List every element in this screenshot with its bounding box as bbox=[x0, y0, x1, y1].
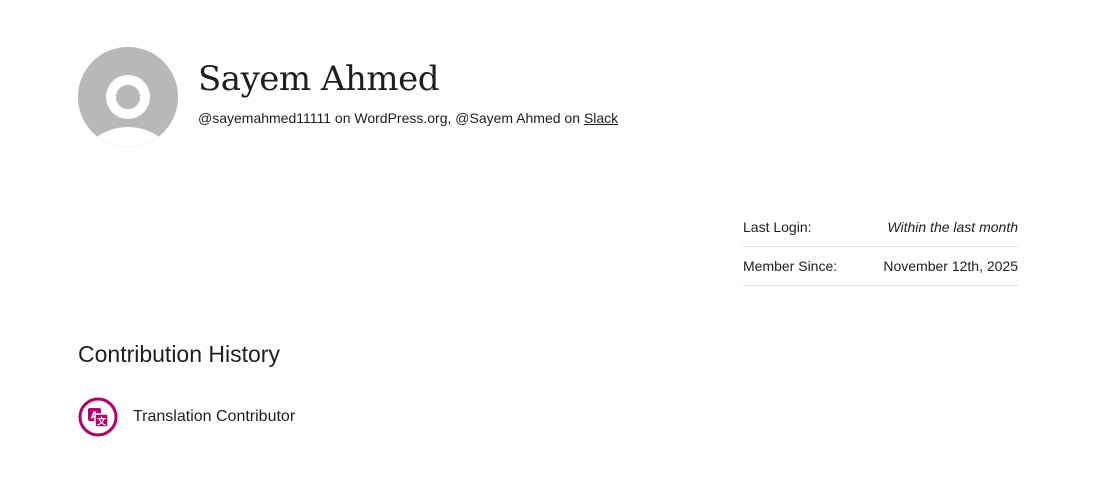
contribution-item: A 文 Translation Contributor bbox=[78, 397, 295, 437]
meta-row-member-since: Member Since: November 12th, 2025 bbox=[743, 246, 1018, 286]
svg-text:文: 文 bbox=[96, 416, 107, 428]
slack-handle: @Sayem Ahmed bbox=[455, 110, 561, 126]
meta-row-last-login: Last Login: Within the last month bbox=[743, 208, 1018, 247]
slack-on-text: on bbox=[560, 110, 584, 126]
contribution-history-title: Contribution History bbox=[78, 341, 280, 367]
translation-icon: A 文 bbox=[78, 397, 118, 437]
meta-label: Last Login: bbox=[743, 208, 857, 247]
wporg-text: on WordPress.org, bbox=[331, 110, 456, 126]
meta-label: Member Since: bbox=[743, 246, 857, 286]
meta-value: November 12th, 2025 bbox=[856, 246, 1018, 286]
contribution-label: Translation Contributor bbox=[133, 408, 296, 425]
display-name: Sayem Ahmed bbox=[198, 59, 440, 99]
identity: Sayem Ahmed @sayemahmed11111 on WordPres… bbox=[198, 47, 618, 127]
handles: @sayemahmed11111 on WordPress.org, @Saye… bbox=[198, 109, 618, 127]
default-avatar-icon bbox=[78, 47, 178, 147]
meta-value: Within the last month bbox=[856, 208, 1018, 247]
slack-link[interactable]: Slack bbox=[584, 110, 618, 126]
avatar[interactable] bbox=[78, 47, 178, 147]
member-meta-table: Last Login: Within the last month Member… bbox=[743, 208, 1018, 286]
wporg-handle: @sayemahmed11111 bbox=[198, 110, 332, 126]
profile-header: Sayem Ahmed @sayemahmed11111 on WordPres… bbox=[78, 47, 618, 147]
